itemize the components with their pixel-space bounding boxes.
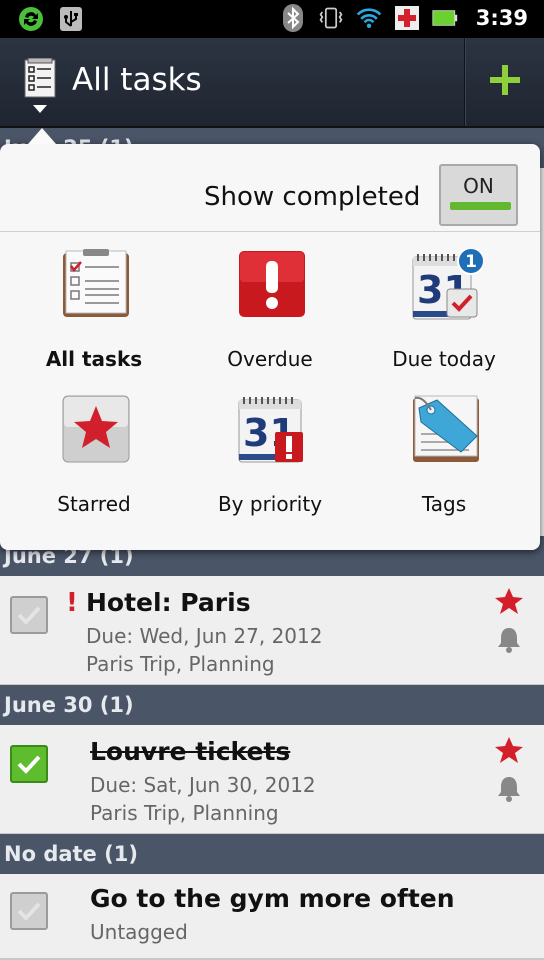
filter-label: Starred	[57, 492, 131, 516]
task-tags: Paris Trip, Planning	[86, 652, 275, 676]
show-completed-label: Show completed	[204, 182, 421, 212]
task-row[interactable]: ! Hotel: Paris Due: Wed, Jun 27, 2012 Pa…	[0, 576, 544, 686]
action-bar: All tasks	[0, 38, 544, 128]
clipboard-checklist-icon	[61, 249, 131, 319]
task-checkbox[interactable]	[10, 596, 48, 634]
filter-overdue[interactable]: Overdue	[182, 249, 358, 385]
filter-label: Tags	[421, 492, 467, 516]
task-due: Due: Wed, Jun 27, 2012	[86, 624, 323, 648]
priority-mark: !	[66, 588, 78, 618]
section-header-label: No date (1)	[4, 842, 138, 866]
filter-label: By priority	[217, 492, 323, 516]
status-bar: 3:39	[0, 0, 544, 38]
star-icon[interactable]	[494, 735, 524, 765]
toggle-indicator	[450, 202, 511, 210]
star-icon	[61, 394, 131, 464]
popup-divider	[0, 231, 540, 232]
task-tags: Paris Trip, Planning	[90, 801, 279, 825]
checklist-icon	[24, 57, 56, 98]
show-completed-toggle[interactable]: ON	[439, 164, 518, 226]
plus-icon	[488, 63, 522, 101]
task-row[interactable]: Louvre tickets Due: Sat, Jun 30, 2012 Pa…	[0, 725, 544, 835]
vibrate-icon	[318, 5, 344, 31]
section-header: June 30 (1)	[0, 685, 544, 725]
filter-due-today[interactable]: 31 1 Due today	[356, 247, 532, 385]
battery-icon	[432, 5, 458, 31]
calendar-priority-icon: 31	[237, 394, 307, 464]
filter-all-tasks[interactable]: All tasks	[6, 249, 182, 385]
battery-alert-icon	[394, 5, 420, 31]
filter-popup: Show completed ON All tasks Overdue 31 1 …	[0, 144, 540, 550]
task-tags: Untagged	[90, 920, 188, 944]
wifi-icon	[356, 5, 382, 31]
task-title: Go to the gym more often	[90, 884, 455, 913]
toggle-label: ON	[463, 174, 494, 198]
task-checkbox[interactable]	[10, 892, 48, 930]
filter-starred[interactable]: Starred	[6, 394, 182, 530]
page-title: All tasks	[72, 62, 202, 98]
due-today-badge: 1	[465, 252, 477, 272]
filter-label: Overdue	[227, 347, 313, 371]
bell-icon[interactable]	[496, 775, 522, 803]
task-title: Louvre tickets	[90, 737, 291, 766]
sync-icon	[18, 6, 44, 32]
bell-icon[interactable]	[496, 626, 522, 654]
star-icon[interactable]	[494, 586, 524, 616]
section-header-label: June 30 (1)	[4, 693, 134, 717]
add-task-button[interactable]	[466, 38, 544, 126]
dropdown-indicator-icon	[33, 105, 47, 113]
exclamation-icon	[237, 249, 307, 319]
calendar-check-icon: 31 1	[411, 247, 485, 320]
filter-tags[interactable]: Tags	[356, 394, 532, 530]
task-row[interactable]: Go to the gym more often Untagged	[0, 874, 544, 960]
task-checkbox[interactable]	[10, 745, 48, 783]
tag-icon	[411, 394, 481, 464]
filter-by-priority[interactable]: 31 By priority	[182, 394, 358, 530]
status-clock: 3:39	[475, 6, 528, 30]
section-header: No date (1)	[0, 834, 544, 874]
filter-label: Due today	[392, 347, 496, 371]
bluetooth-icon	[280, 4, 306, 32]
usb-icon	[58, 6, 84, 32]
filter-label: All tasks	[45, 347, 143, 371]
task-due: Due: Sat, Jun 30, 2012	[90, 773, 316, 797]
task-title: Hotel: Paris	[86, 588, 251, 617]
popup-arrow	[28, 128, 56, 144]
